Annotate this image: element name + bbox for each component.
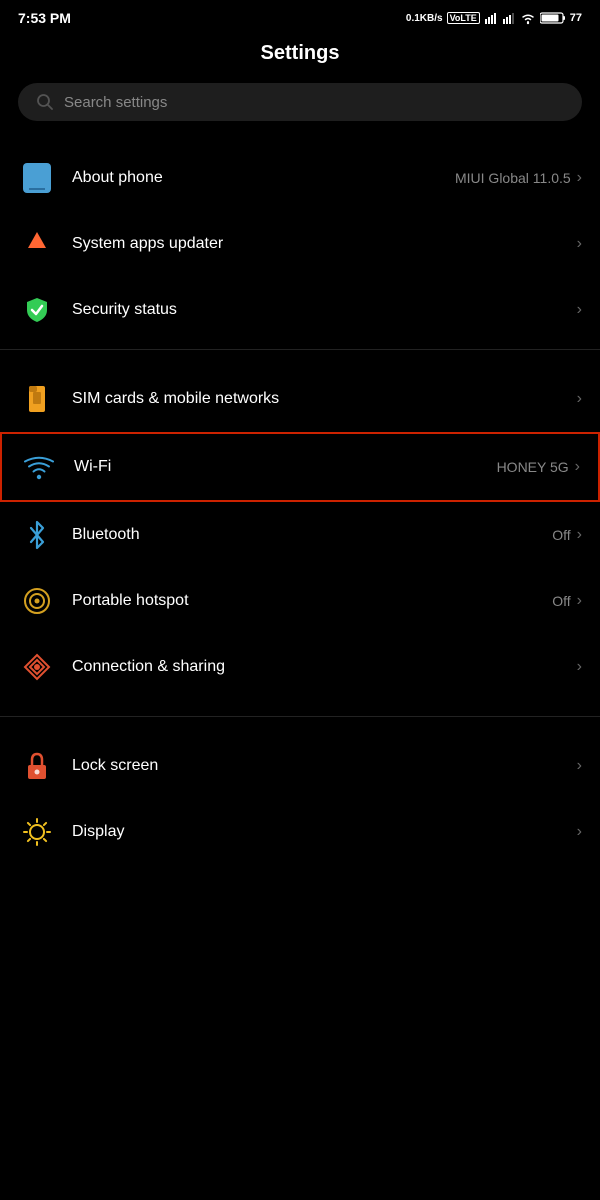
battery-percent: 77: [570, 12, 582, 24]
about-phone-chevron: ›: [577, 169, 582, 187]
bluetooth-chevron: ›: [577, 526, 582, 544]
hotspot-status: Off: [552, 593, 570, 609]
wifi-chevron: ›: [575, 458, 580, 476]
about-phone-version: MIUI Global 11.0.5: [455, 170, 571, 186]
wifi-network-name: HONEY 5G: [497, 459, 569, 475]
search-bar[interactable]: Search settings: [18, 83, 582, 121]
status-icons: 0.1KB/s VoLTE 77: [406, 11, 582, 25]
wifi-icon: [20, 448, 58, 486]
settings-item-portable-hotspot[interactable]: Portable hotspot Off ›: [0, 568, 600, 634]
spacer-2: [0, 700, 600, 710]
system-apps-chevron: ›: [577, 235, 582, 253]
security-status-chevron: ›: [577, 301, 582, 319]
settings-item-lock-screen[interactable]: Lock screen ›: [0, 733, 600, 799]
wifi-label: Wi-Fi: [74, 458, 111, 476]
bluetooth-status: Off: [552, 527, 570, 543]
connection-sharing-label: Connection & sharing: [72, 658, 225, 676]
settings-item-system-apps-updater[interactable]: System apps updater ›: [0, 211, 600, 277]
signal-icon-2: [502, 11, 516, 25]
spacer-3: [0, 723, 600, 733]
wifi-status-icon: [520, 11, 536, 25]
lock-screen-chevron: ›: [577, 757, 582, 775]
lock-icon: [18, 747, 56, 785]
sim-cards-chevron: ›: [577, 390, 582, 408]
display-chevron: ›: [577, 823, 582, 841]
search-icon: [36, 93, 54, 111]
settings-item-wifi[interactable]: Wi-Fi HONEY 5G ›: [0, 432, 600, 502]
connection-icon: [18, 648, 56, 686]
lock-screen-label: Lock screen: [72, 757, 158, 775]
status-time: 7:53 PM: [18, 10, 71, 26]
battery-icon: [540, 11, 566, 25]
settings-item-security-status[interactable]: Security status ›: [0, 277, 600, 343]
settings-item-connection-sharing[interactable]: Connection & sharing ›: [0, 634, 600, 700]
hotspot-label: Portable hotspot: [72, 592, 189, 610]
sim-cards-label: SIM cards & mobile networks: [72, 390, 279, 408]
page-title: Settings: [0, 32, 600, 83]
shield-check-icon: [18, 291, 56, 329]
display-icon: [18, 813, 56, 851]
settings-list: About phone MIUI Global 11.0.5 › System …: [0, 145, 600, 865]
bluetooth-label: Bluetooth: [72, 526, 140, 544]
status-bar: 7:53 PM 0.1KB/s VoLTE: [0, 0, 600, 32]
sim-icon: [18, 380, 56, 418]
system-apps-label: System apps updater: [72, 235, 223, 253]
spacer-1: [0, 356, 600, 366]
settings-item-display[interactable]: Display ›: [0, 799, 600, 865]
phone-icon: [18, 159, 56, 197]
connection-sharing-chevron: ›: [577, 658, 582, 676]
settings-item-about-phone[interactable]: About phone MIUI Global 11.0.5 ›: [0, 145, 600, 211]
settings-item-sim-cards[interactable]: SIM cards & mobile networks ›: [0, 366, 600, 432]
search-placeholder: Search settings: [64, 94, 167, 111]
settings-item-bluetooth[interactable]: Bluetooth Off ›: [0, 502, 600, 568]
about-phone-label: About phone: [72, 169, 163, 187]
divider-1: [0, 349, 600, 350]
volte-icon: VoLTE: [447, 12, 480, 24]
divider-2: [0, 716, 600, 717]
display-label: Display: [72, 823, 124, 841]
security-status-label: Security status: [72, 301, 177, 319]
update-arrow-icon: [18, 225, 56, 263]
bluetooth-icon: [18, 516, 56, 554]
hotspot-icon: [18, 582, 56, 620]
signal-icon-1: [484, 11, 498, 25]
hotspot-chevron: ›: [577, 592, 582, 610]
speed-indicator: 0.1KB/s: [406, 13, 443, 24]
